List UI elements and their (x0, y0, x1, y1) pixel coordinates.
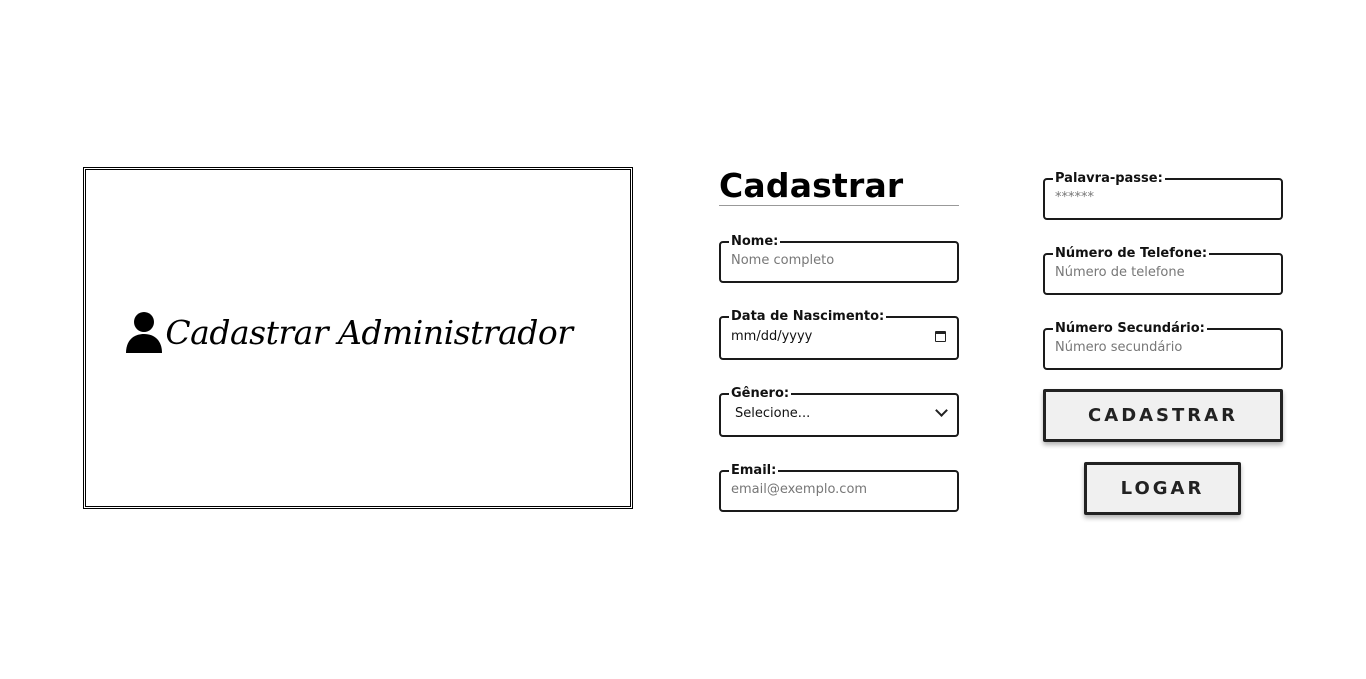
banner-card: Cadastrar Administrador (83, 167, 633, 509)
secundario-field: Número Secundário: (1043, 322, 1283, 370)
email-label: Email: (731, 463, 777, 478)
telefone-field: Número de Telefone: (1043, 247, 1283, 295)
genero-label: Gênero: (731, 386, 790, 401)
secundario-input[interactable] (1055, 336, 1272, 359)
telefone-input[interactable] (1055, 261, 1272, 284)
email-field: Email: (719, 464, 959, 512)
calendar-icon[interactable] (935, 330, 946, 342)
secundario-label: Número Secundário: (1055, 321, 1205, 336)
senha-label: Palavra-passe: (1055, 171, 1163, 186)
banner-title: Cadastrar Administrador (165, 312, 573, 352)
nome-field: Nome: (719, 235, 959, 283)
logar-button[interactable]: LOGAR (1084, 462, 1241, 515)
senha-field: Palavra-passe: (1043, 172, 1283, 220)
form-column-left: Cadastrar (719, 167, 959, 206)
page: Cadastrar Administrador Cadastrar Nome: … (0, 0, 1366, 679)
senha-input[interactable] (1055, 186, 1272, 209)
chevron-down-icon (935, 404, 948, 417)
nascimento-label: Data de Nascimento: (731, 309, 885, 324)
telefone-label: Número de Telefone: (1055, 246, 1208, 261)
form-title: Cadastrar (719, 167, 959, 206)
cadastrar-button[interactable]: CADASTRAR (1043, 389, 1283, 442)
nascimento-field: Data de Nascimento: mm/dd/yyyy (719, 310, 959, 360)
nome-label: Nome: (731, 234, 779, 249)
date-input[interactable]: mm/dd/yyyy (731, 324, 948, 348)
email-input[interactable] (731, 478, 948, 501)
user-icon (125, 311, 163, 353)
banner-content: Cadastrar Administrador (125, 311, 573, 353)
genero-field: Gênero: Selecione... (719, 387, 959, 437)
genero-selected: Selecione... (735, 405, 811, 421)
nome-input[interactable] (731, 249, 948, 272)
date-value: mm/dd/yyyy (731, 328, 813, 344)
genero-select[interactable]: Selecione... (731, 401, 948, 425)
